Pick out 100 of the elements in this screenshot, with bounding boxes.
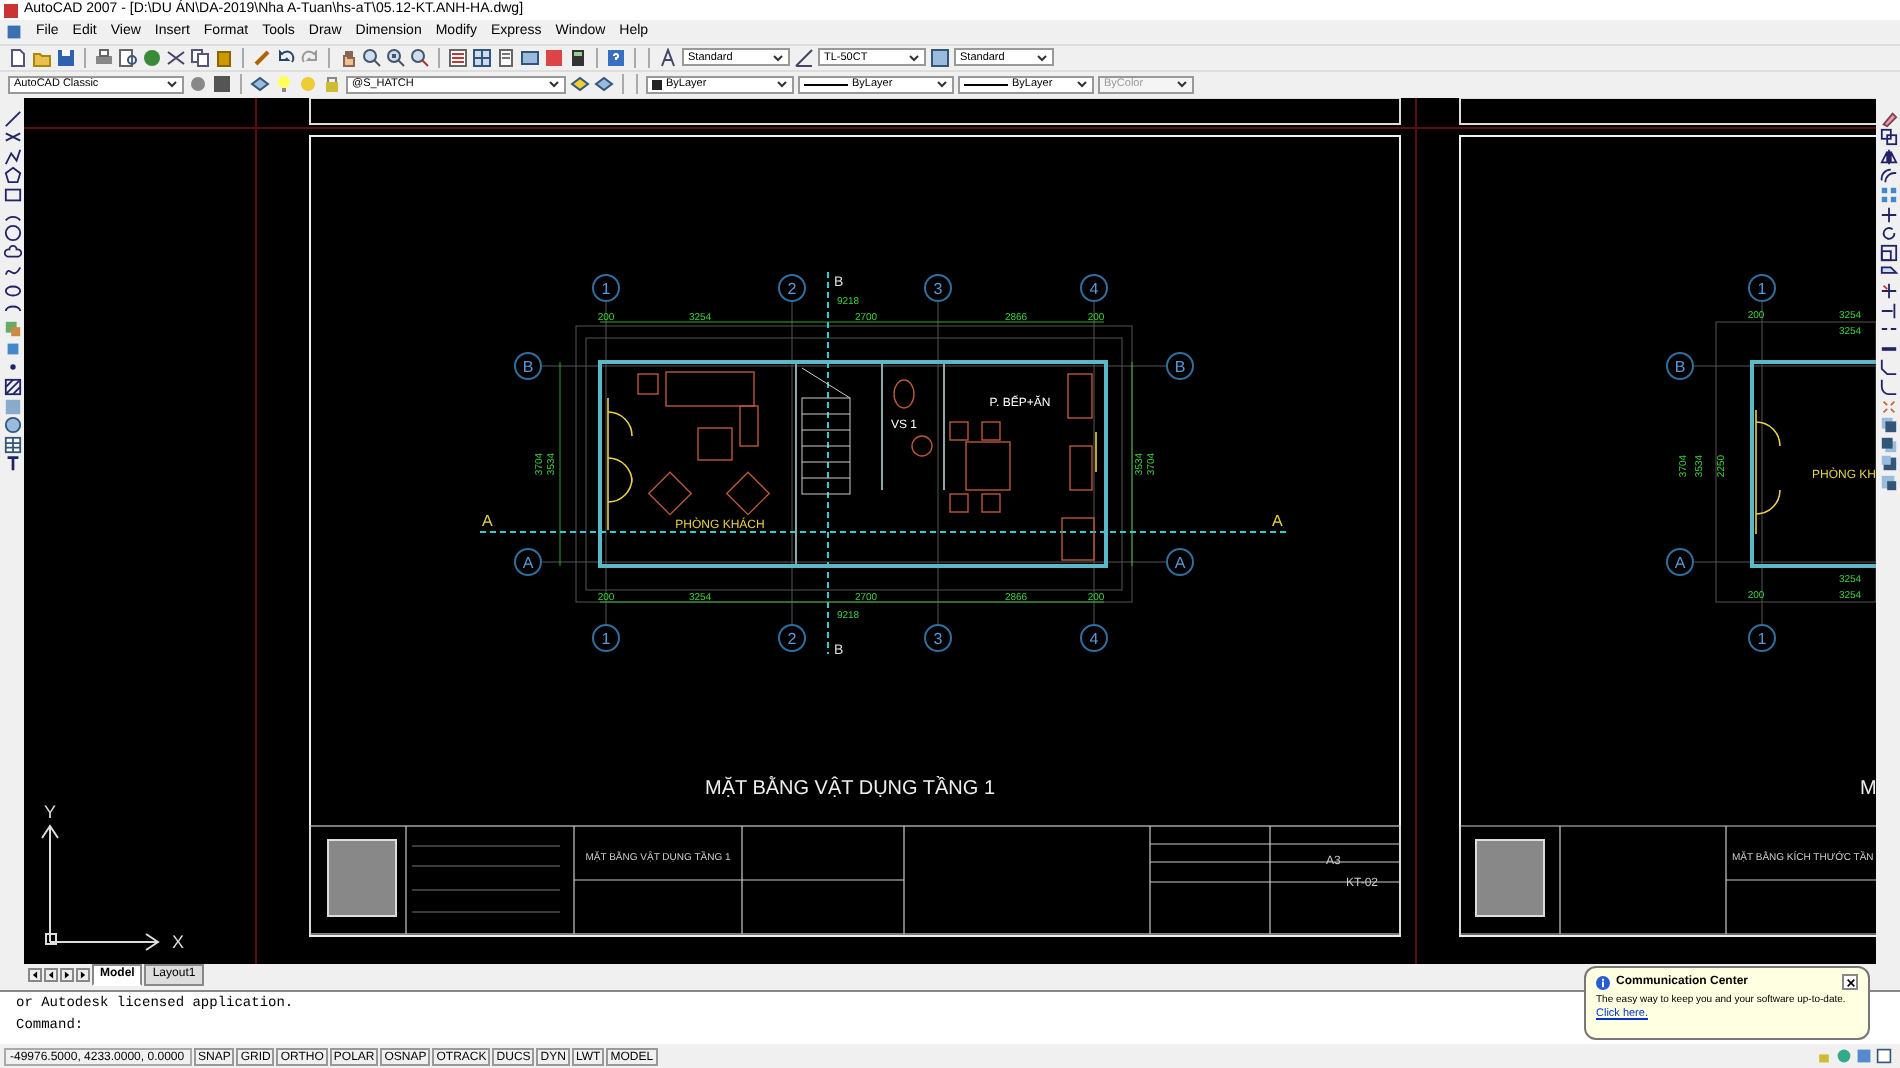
dimension-style-icon[interactable] [794, 47, 814, 68]
undo-icon[interactable] [276, 47, 296, 68]
layer-back-icon[interactable] [1879, 435, 1897, 454]
hand-icon[interactable] [338, 47, 358, 68]
layer-manager-icon[interactable] [250, 74, 270, 95]
scissors-icon[interactable] [166, 47, 186, 68]
axis-label: Y [44, 801, 57, 822]
drawing-title: M [1860, 777, 1876, 800]
grid-bubble: 1 [1748, 273, 1776, 302]
grid-bubble: 2 [778, 273, 806, 302]
zoom-previous-icon[interactable] [410, 47, 430, 68]
caret-icon [166, 78, 178, 91]
stack-icon[interactable] [1879, 454, 1897, 473]
calculator-icon[interactable] [568, 47, 588, 68]
move-icon[interactable] [1879, 205, 1897, 224]
section-mark: A [482, 511, 493, 530]
region-icon[interactable] [3, 416, 21, 435]
line-icon[interactable] [3, 109, 21, 128]
text-icon[interactable] [3, 454, 21, 473]
caret-icon [548, 78, 560, 91]
spline-icon[interactable] [3, 262, 21, 281]
grid-bubble: B [514, 351, 542, 380]
grid-bubble: A [1666, 547, 1694, 576]
close-button[interactable] [1842, 974, 1858, 990]
printer-icon[interactable] [94, 47, 114, 68]
clean-screen-icon[interactable] [1876, 1048, 1892, 1065]
grid-bubble: A [1166, 547, 1194, 576]
new-file-icon[interactable] [8, 47, 28, 68]
hatch-icon[interactable] [3, 378, 21, 396]
sheet-icon[interactable] [520, 47, 540, 68]
next-page-icon[interactable] [60, 967, 74, 982]
globe-icon[interactable] [142, 47, 162, 68]
drawing-canvas[interactable] [24, 97, 1876, 964]
grid-bubble: 3 [924, 623, 952, 652]
logo-block [327, 838, 397, 917]
previous-page-icon[interactable] [44, 967, 58, 982]
grid-bubble: 2 [778, 623, 806, 652]
grid-icon[interactable] [472, 47, 492, 68]
polyline-icon[interactable] [3, 147, 21, 166]
brush-icon[interactable] [252, 47, 272, 68]
polygon-icon[interactable] [3, 166, 21, 185]
door-drawing [1755, 408, 1781, 535]
axis-label: X [172, 931, 185, 952]
trim-icon[interactable] [1879, 282, 1897, 301]
grid-bubble: 1 [592, 623, 620, 652]
zoom-icon[interactable] [362, 47, 382, 68]
erase-icon[interactable] [1879, 109, 1897, 128]
circle-icon[interactable] [3, 224, 21, 243]
grid-bubble: 4 [1080, 273, 1108, 302]
offset-icon[interactable] [1879, 166, 1897, 185]
info-icon [1596, 975, 1610, 989]
caret-icon [908, 51, 920, 64]
layer-previous-icon[interactable] [594, 74, 614, 95]
caret-icon [776, 78, 788, 91]
folder-icon[interactable] [32, 47, 52, 68]
caret-icon [936, 78, 948, 91]
door-drawing [607, 396, 633, 531]
preview-icon[interactable] [118, 47, 138, 68]
paste-icon[interactable] [214, 47, 234, 68]
table-icon[interactable] [3, 435, 21, 454]
grid-bubble: B [1666, 351, 1694, 380]
caret-icon [1076, 78, 1088, 91]
grid-bubble: A [514, 547, 542, 576]
construction-line-icon[interactable] [3, 128, 21, 147]
stair-drawing [801, 366, 851, 494]
copy-icon[interactable] [190, 47, 210, 68]
grid-bubble: B [1166, 351, 1194, 380]
ellipse-icon[interactable] [3, 282, 21, 301]
first-page-icon[interactable] [28, 967, 42, 982]
ucs-axes-icon [41, 823, 160, 951]
fillet-icon[interactable] [1879, 378, 1897, 396]
extend-icon[interactable] [1879, 301, 1897, 320]
caret-icon [1176, 78, 1188, 91]
caret-icon [772, 51, 784, 64]
properties-icon[interactable] [448, 47, 468, 68]
zoom-window-icon[interactable] [386, 47, 406, 68]
copy-object-icon[interactable] [1879, 128, 1897, 147]
section-mark: A [1272, 511, 1283, 530]
scale-icon[interactable] [1879, 243, 1897, 262]
layer-front-icon[interactable] [1879, 416, 1897, 435]
drawing-title: MẶT BẰNG VẬT DỤNG TẦNG 1 [704, 777, 996, 800]
stack-back-icon[interactable] [1879, 473, 1897, 492]
app-icon [4, 3, 18, 17]
color-swatch-icon [652, 79, 662, 90]
cloud-icon[interactable] [3, 243, 21, 262]
window-mark [1095, 430, 1097, 473]
grid-bubble: 1 [592, 273, 620, 302]
rotate-icon[interactable] [1879, 224, 1897, 243]
grid-bubble: 1 [1748, 623, 1776, 652]
text-style-icon[interactable] [658, 47, 678, 68]
mirror-icon[interactable] [1879, 147, 1897, 166]
chamfer-icon[interactable] [1879, 358, 1897, 377]
table-style-icon[interactable] [930, 47, 950, 68]
save-icon[interactable] [56, 47, 76, 68]
help-icon[interactable] [606, 47, 626, 68]
make-current-icon[interactable] [570, 74, 590, 95]
last-page-icon[interactable] [76, 967, 90, 982]
rectangle-icon[interactable] [3, 186, 21, 205]
caret-icon [1036, 51, 1048, 64]
grid-bubble: 4 [1080, 623, 1108, 652]
